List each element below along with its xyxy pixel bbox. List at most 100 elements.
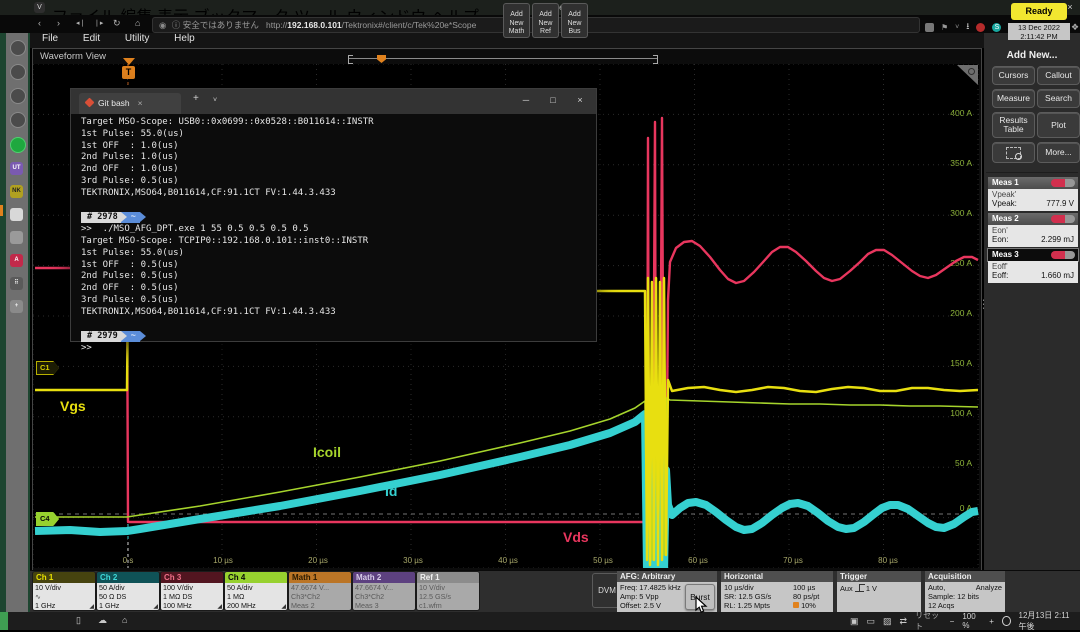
ch2-badge[interactable]: Ch 2 50 A/div50 Ω DS1 GHz◢	[97, 572, 159, 610]
meas2-badge-header[interactable]: Meas 2	[988, 213, 1078, 225]
scope-menu-edit[interactable]: Edit	[83, 33, 100, 44]
meas2-badge-body[interactable]: Eon' Eon:2.299 mJ	[988, 225, 1078, 247]
meas3-badge-body[interactable]: Eoff' Eoff:1.660 mJ	[988, 261, 1078, 283]
ref1-badge[interactable]: Ref 1 10 V/div12.5 GS/sc1.wfm	[417, 572, 479, 610]
web-panel-icon-2[interactable]	[10, 64, 26, 80]
time-label-10: 10 µs	[203, 556, 243, 565]
rising-edge-icon	[855, 584, 864, 592]
meas1-badge-header[interactable]: Meas 1	[988, 177, 1078, 189]
scope-menu-help[interactable]: Help	[174, 33, 195, 44]
panel-doc-icon[interactable]	[10, 231, 23, 244]
time-label-30: 30 µs	[393, 556, 433, 565]
add-new-bus-button[interactable]: Add New Bus	[561, 3, 588, 38]
results-table-button[interactable]: Results Table	[992, 112, 1035, 138]
terminal-tab-gitbash[interactable]: Git bash×	[79, 93, 181, 114]
add-new-math-button[interactable]: Add New Math	[503, 3, 530, 38]
terminal-maximize-button[interactable]: □	[545, 95, 561, 105]
time-label-20: 20 µs	[298, 556, 338, 565]
trigger-panel[interactable]: Trigger Aux 1 V	[837, 571, 921, 611]
tab-close-icon[interactable]: ×	[138, 98, 143, 108]
rewind-icon[interactable]: ◂❘	[76, 19, 85, 27]
terminal-close-button[interactable]: ×	[572, 95, 588, 105]
zoom-in-icon[interactable]: +	[989, 617, 994, 626]
tab-dropdown-icon[interactable]: ˅	[213, 97, 217, 104]
web-panel-icon-4[interactable]	[10, 112, 26, 128]
qr-icon[interactable]	[925, 23, 934, 32]
taskbar-corner-accent	[0, 612, 8, 630]
taskbar-datetime[interactable]: 12月13日 2:11 午後	[1019, 610, 1077, 632]
meas3-badge-header[interactable]: Meas 3	[988, 249, 1078, 261]
picture-icon[interactable]: ▨	[883, 616, 892, 627]
search-button[interactable]: Search	[1037, 89, 1080, 108]
horizontal-panel[interactable]: Horizontal 10 µs/divSR: 12.5 GS/sRL: 1.2…	[721, 571, 833, 611]
new-tab-button[interactable]: +	[193, 93, 199, 104]
acquisition-panel[interactable]: Acquisition Auto,Analyze Sample: 12 bits…	[925, 571, 1005, 611]
zoom-mode-button[interactable]	[992, 142, 1035, 163]
web-panel-icon-1[interactable]	[10, 40, 26, 56]
camera-icon[interactable]: ▣	[850, 616, 859, 627]
time-label-40: 40 µs	[488, 556, 528, 565]
scope-menu-file[interactable]: File	[42, 33, 58, 44]
math1-badge[interactable]: Math 1 47.6674 V...Ch3*Ch2Meas 2	[289, 572, 351, 610]
more-button[interactable]: More...	[1037, 142, 1080, 163]
taskbar-home-icon[interactable]: ⌂	[122, 615, 127, 625]
callout-button[interactable]: Callout	[1037, 66, 1080, 85]
adblock-icon[interactable]	[976, 23, 985, 32]
meas1-badge-pill-icon[interactable]	[1051, 179, 1075, 187]
trigger-position-icon[interactable]: T	[122, 66, 135, 79]
active-panel-icon[interactable]	[10, 137, 26, 153]
panel-icon-nk[interactable]: NK	[10, 185, 23, 198]
ready-status-button[interactable]: Ready	[1011, 3, 1067, 20]
time-label-50: 50 µs	[583, 556, 623, 565]
math2-badge[interactable]: Math 2 47.6674 V...Ch3*Ch2Meas 3	[353, 572, 415, 610]
panel-icon-ut[interactable]: UT	[10, 162, 23, 175]
bookmark-icon[interactable]: ⚑	[941, 23, 948, 32]
panel-icon-a[interactable]: A	[10, 254, 23, 267]
scope-datetime: 13 Dec 20222:11:42 PM	[1008, 23, 1070, 40]
clock-icon	[1002, 616, 1011, 626]
meas2-badge-pill-icon[interactable]	[1051, 215, 1075, 223]
terminal-minimize-button[interactable]: ─	[518, 95, 534, 105]
sync-icon[interactable]: ⇄	[900, 616, 908, 627]
scope-menu-utility[interactable]: Utility	[125, 33, 149, 44]
ch3-badge[interactable]: Ch 3 100 V/div1 MΩ DS100 MHz◢	[161, 572, 223, 610]
web-panel-icon-3[interactable]	[10, 88, 26, 104]
fast-forward-icon[interactable]: ❘▸	[94, 19, 103, 27]
window-tray-icon[interactable]: ▭	[867, 616, 876, 627]
panel-grid-icon[interactable]: ⠿	[10, 277, 23, 290]
extensions-puzzle-icon[interactable]: ❖	[1071, 22, 1079, 33]
trigger-pos-icon	[793, 602, 799, 608]
meas3-badge-pill-icon[interactable]	[1051, 251, 1075, 259]
home-icon[interactable]: ⌂	[135, 18, 140, 28]
prompt-2978: # 2978~	[81, 211, 586, 224]
back-icon[interactable]: ‹	[38, 18, 41, 28]
terminal-cursor-line[interactable]: >>	[81, 343, 586, 355]
ch4-badge[interactable]: Ch 4 50 A/div1 MΩ200 MHz◢	[225, 572, 287, 610]
panel-add-icon[interactable]: +	[10, 300, 23, 313]
reset-label[interactable]: リセット	[915, 610, 942, 632]
taskbar-zoom-level[interactable]: 100 %	[962, 612, 981, 630]
reload-icon[interactable]: ↻	[113, 18, 121, 29]
zoom-mode-icon	[1006, 147, 1021, 159]
cloud-icon[interactable]: ☁	[98, 615, 107, 626]
add-new-ref-button[interactable]: Add New Ref	[532, 3, 559, 38]
overview-trigger-marker[interactable]	[377, 55, 386, 63]
skype-icon[interactable]: S	[992, 23, 1001, 32]
taskbar-tray: ▣ ▭ ▨ ⇄ リセット − 100 % + 12月13日 2:11 午後	[850, 612, 1076, 630]
time-label-0: 0 s	[108, 556, 148, 565]
terminal-window[interactable]: Git bash× + ˅ ─ □ × Target MSO-Scope: US…	[70, 88, 597, 342]
zoom-out-icon[interactable]: −	[950, 617, 955, 626]
pan-zoom-overview-bar[interactable]	[348, 55, 658, 63]
measure-button[interactable]: Measure	[992, 89, 1035, 108]
panel-qr-icon[interactable]	[10, 208, 23, 221]
info-icon[interactable]: ⓘ	[172, 20, 181, 30]
trigger-position-arrow[interactable]	[123, 58, 135, 65]
plot-button[interactable]: Plot	[1037, 112, 1080, 138]
ch1-badge[interactable]: Ch 1 10 V/div∿1 GHz◢	[33, 572, 95, 610]
chevron-down-icon[interactable]: ˅	[955, 24, 959, 31]
terminal-titlebar[interactable]: Git bash× + ˅ ─ □ ×	[71, 89, 596, 114]
meas1-badge-body[interactable]: Vpeak' Vpeak:777.9 V	[988, 189, 1078, 211]
forward-icon[interactable]: ›	[57, 18, 60, 28]
cursors-button[interactable]: Cursors	[992, 66, 1035, 85]
taskbar-widget-icon[interactable]: ▯	[76, 615, 81, 626]
